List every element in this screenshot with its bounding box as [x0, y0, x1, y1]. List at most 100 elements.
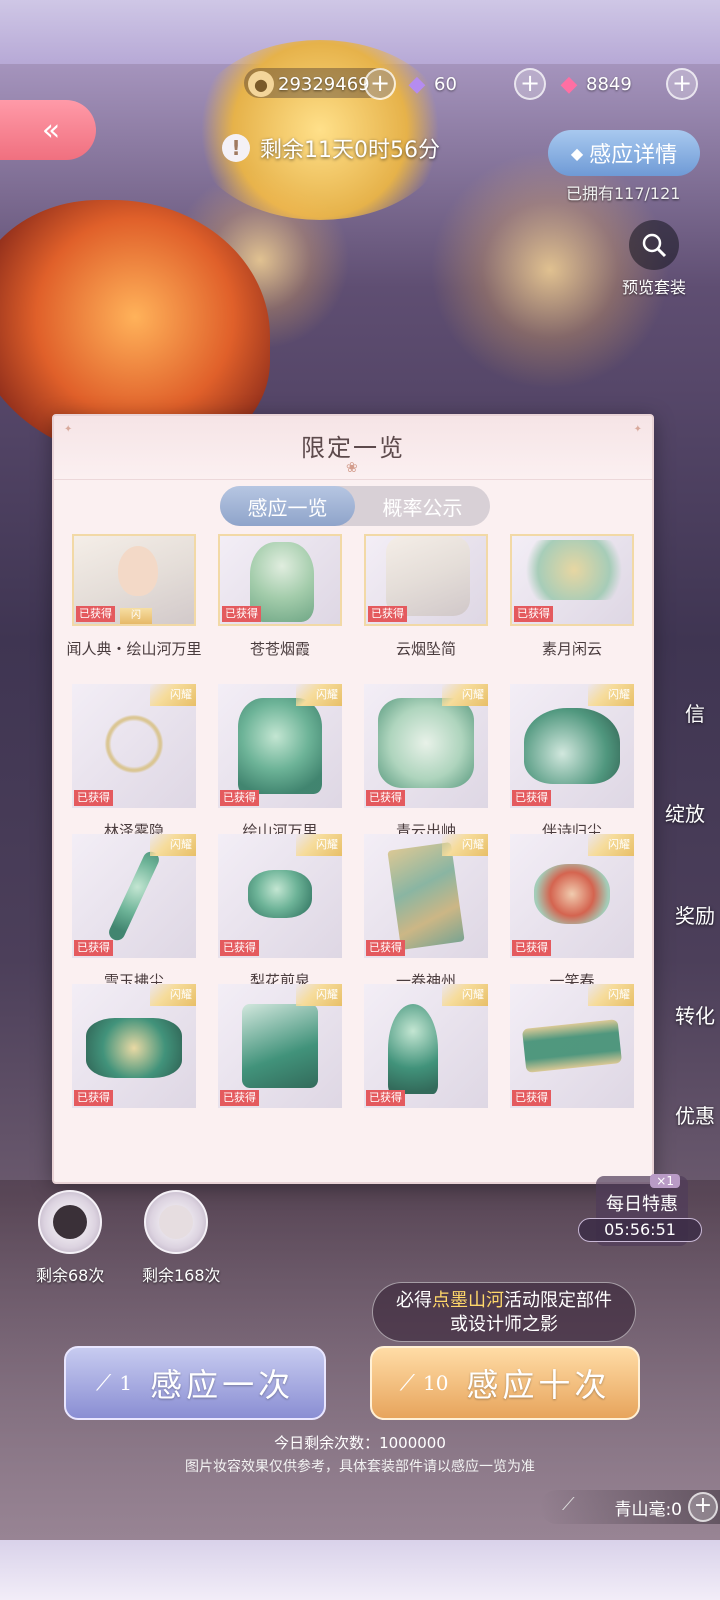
item-card[interactable]: 已获得 云烟坠简 [364, 534, 488, 659]
shine-badge: 闪 [120, 608, 152, 624]
magnifier-icon [629, 220, 679, 270]
shine-corner-badge: 闪耀 [296, 684, 342, 706]
token-counter: ⟋ 青山毫:0 + [540, 1490, 720, 1524]
shine-corner-badge: 闪耀 [150, 834, 196, 856]
obtained-badge: 已获得 [74, 790, 113, 806]
item-thumbnail: 闪耀 已获得 [72, 684, 196, 808]
modal-title: 限定一览 [301, 434, 405, 462]
brush-icon: ⟋ [95, 1370, 112, 1396]
character-portrait-icon [118, 546, 158, 596]
limited-list-modal: ✦ ✦ 限定一览 ❀ 感应一览 概率公示 已获得 闪 闻人典・绘山河万里 已获得… [52, 414, 654, 1184]
disclaimer: 图片妆容效果仅供参考，具体套装部件请以感应一览为准 [185, 1459, 535, 1475]
item-card[interactable]: 已获得 素月闲云 [510, 534, 634, 659]
draw-ten-count: 10 [422, 1371, 449, 1395]
obtained-badge: 已获得 [512, 790, 551, 806]
item-name: 云烟坠简 [395, 640, 456, 658]
obtained-badge: 已获得 [74, 940, 113, 956]
shine-corner-badge: 闪耀 [296, 834, 342, 856]
item-card[interactable]: 闪耀 已获得 [72, 984, 196, 1120]
currency-bar: ● 29329469 + ◆ 60 + ◆ 8849 + [244, 68, 720, 100]
obtained-badge: 已获得 [220, 1090, 259, 1106]
detail-button-label: 感应详情 [589, 143, 678, 168]
item-card[interactable]: 闪耀 已获得 梨花煎泉 [218, 834, 342, 991]
shine-corner-badge: 闪耀 [588, 684, 634, 706]
cat-coin-icon: ● [248, 71, 274, 97]
item-card[interactable]: 闪耀 已获得 伴诗归尘 [510, 684, 634, 841]
shine-corner-badge: 闪耀 [588, 834, 634, 856]
shine-corner-badge: 闪耀 [442, 684, 488, 706]
item-thumbnail: 闪耀 已获得 [72, 984, 196, 1108]
obtained-badge: 已获得 [220, 940, 259, 956]
preview-label: 预览套装 [621, 278, 686, 297]
obtained-badge: 已获得 [366, 1090, 405, 1106]
side-label-bloom[interactable]: 绽放 [650, 798, 720, 827]
remaining-today: 今日剩余次数：1000000 [274, 1434, 446, 1452]
add-diamonds-button[interactable]: + [514, 68, 546, 100]
chance-counter[interactable]: 剩余68次 [36, 1190, 104, 1285]
item-name: 苍苍烟霞 [249, 640, 310, 658]
item-card[interactable]: 闪耀 已获得 雪玉拂尘 [72, 834, 196, 991]
guarantee-highlight: 点墨山河 [432, 1290, 504, 1311]
event-timer: ! 剩余11天0时56分 [222, 128, 440, 168]
chance-text: 剩余168次 [142, 1266, 221, 1285]
brush-icon: ⟋ [399, 1370, 415, 1396]
gem-value: 8849 [586, 73, 632, 95]
item-thumbnail: 闪耀 已获得 [364, 834, 488, 958]
item-thumbnail: 已获得 [364, 534, 488, 626]
add-token-button[interactable]: + [688, 1492, 718, 1522]
exclamation-icon: ! [222, 134, 250, 162]
tab-probability[interactable]: 概率公示 [355, 486, 490, 526]
side-label-reward[interactable]: 奖励 [670, 900, 720, 929]
item-thumbnail: 闪耀 已获得 [218, 984, 342, 1108]
owned-count: 已拥有117/121 [566, 184, 681, 203]
flower-icon: ❀ [346, 460, 358, 476]
guarantee-prefix: 必得 [396, 1290, 432, 1311]
item-card[interactable]: 闪耀 已获得 林泽雾隐 [72, 684, 196, 841]
purple-diamond-icon: ◆ [408, 71, 426, 97]
side-label-discount[interactable]: 优惠 [670, 1100, 720, 1129]
item-card[interactable]: 闪耀 已获得 绘山河万里 [218, 684, 342, 841]
draw-ten-label: 感应十次 [466, 1366, 611, 1404]
item-name: 素月闲云 [541, 640, 602, 658]
draw-ten-button[interactable]: ⟋ 10 感应十次 [370, 1346, 640, 1420]
chance-counter[interactable]: 剩余168次 [142, 1190, 221, 1285]
chance-text: 剩余68次 [36, 1266, 105, 1285]
obtained-badge: 已获得 [512, 1090, 551, 1106]
draw-once-count: 1 [119, 1371, 133, 1395]
guarantee-banner: 必得点墨山河活动限定部件 或设计师之影 [372, 1282, 636, 1342]
detail-button[interactable]: ◆ 感应详情 [548, 130, 700, 176]
side-label-convert[interactable]: 转化 [670, 1000, 720, 1029]
preview-outfit-button[interactable]: 预览套装 [614, 220, 694, 298]
item-card[interactable]: 闪耀 已获得 青云出岫 [364, 684, 488, 841]
item-card[interactable]: 已获得 闪 闻人典・绘山河万里 [66, 534, 202, 659]
item-card[interactable]: 闪耀 已获得 [364, 984, 488, 1120]
diamond-icon: ◆ [570, 143, 584, 163]
modal-header: ✦ ✦ 限定一览 ❀ [54, 416, 652, 480]
obtained-badge: 已获得 [76, 606, 115, 622]
item-card[interactable]: 闪耀 已获得 [510, 984, 634, 1120]
side-label-letter[interactable]: 信 [670, 698, 720, 727]
coin-value: 29329469 [278, 73, 370, 95]
item-card[interactable]: 闪耀 已获得 一笑春 [510, 834, 634, 991]
back-button[interactable]: « [0, 100, 96, 160]
item-name: 闻人典・绘山河万里 [66, 640, 202, 658]
pink-gem-icon: ◆ [560, 71, 578, 97]
add-gems-button[interactable]: + [666, 68, 698, 100]
obtained-badge: 已获得 [368, 606, 407, 622]
item-card[interactable]: 闪耀 已获得 一卷神州 [364, 834, 488, 991]
bottom-strip [0, 1540, 720, 1600]
double-chevron-left-icon: « [41, 112, 61, 148]
obtained-badge: 已获得 [220, 790, 259, 806]
item-card[interactable]: 闪耀 已获得 [218, 984, 342, 1120]
item-thumbnail: 闪耀 已获得 [72, 834, 196, 958]
item-thumbnail: 闪耀 已获得 [510, 984, 634, 1108]
modal-tabs: 感应一览 概率公示 [220, 486, 490, 526]
item-card[interactable]: 已获得 苍苍烟霞 [218, 534, 342, 659]
add-coins-button[interactable]: + [364, 68, 396, 100]
tab-summon-list[interactable]: 感应一览 [220, 486, 355, 526]
item-thumbnail: 闪耀 已获得 [218, 684, 342, 808]
draw-once-button[interactable]: ⟋ 1 感应一次 [64, 1346, 326, 1420]
character-hex-icon [144, 1190, 208, 1254]
guarantee-line2: 或设计师之影 [450, 1314, 558, 1335]
diamond-counter: ◆ 60 [404, 68, 457, 100]
